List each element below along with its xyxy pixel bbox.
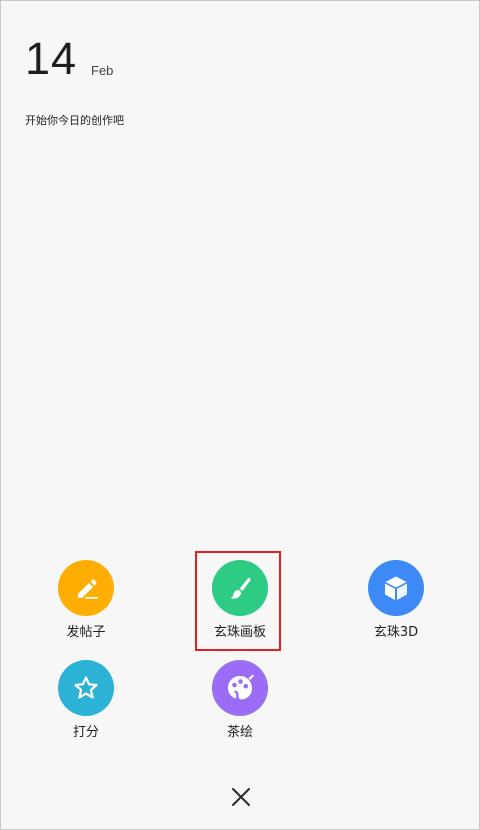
close-icon [232, 788, 250, 806]
drawing-board-button[interactable]: 玄珠画板 [180, 560, 300, 640]
cube-icon [368, 560, 424, 616]
rating-button[interactable]: 打分 [26, 660, 146, 740]
star-icon [58, 660, 114, 716]
tea-drawing-button[interactable]: 茶绘 [180, 660, 300, 740]
tea-drawing-label: 茶绘 [226, 725, 253, 740]
palette-icon [212, 660, 268, 716]
model-3d-label: 玄珠3D [373, 625, 419, 640]
date-month: Feb [91, 63, 114, 78]
post-label: 发帖子 [66, 625, 106, 640]
date-day: 14 [25, 33, 78, 84]
post-button[interactable]: 发帖子 [26, 560, 146, 640]
brush-icon [212, 560, 268, 616]
pencil-icon [58, 560, 114, 616]
subtitle: 开始你今日的创作吧 [25, 114, 124, 127]
rating-label: 打分 [72, 725, 99, 740]
screen: 14 Feb 开始你今日的创作吧 发帖子 玄珠画板 玄珠3D 打分 茶绘 [0, 0, 480, 830]
close-button[interactable] [225, 781, 257, 813]
model-3d-button[interactable]: 玄珠3D [336, 560, 456, 640]
drawing-board-label: 玄珠画板 [213, 625, 266, 640]
